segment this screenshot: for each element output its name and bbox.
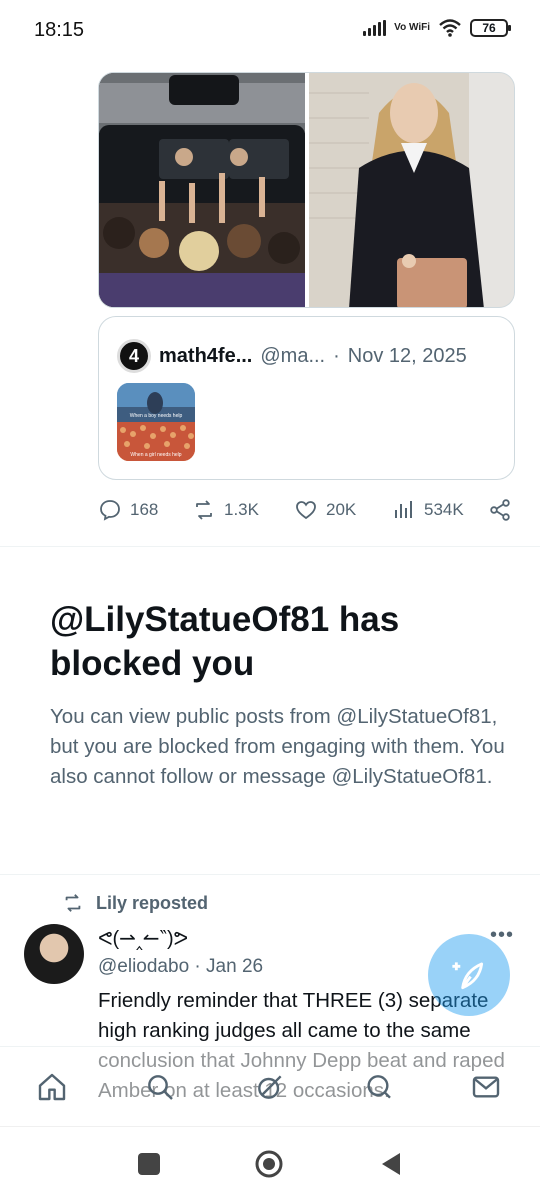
post-action-bar: 168 1.3K 20K 534K bbox=[98, 498, 515, 528]
status-bar: 18:15 Vo WiFi 76 bbox=[0, 0, 540, 60]
home-button-icon[interactable] bbox=[254, 1149, 284, 1179]
blocked-description: You can view public posts from @LilyStat… bbox=[50, 705, 505, 788]
reply-button[interactable]: 168 bbox=[98, 498, 158, 522]
battery-indicator: 76 bbox=[470, 19, 511, 37]
status-icons: Vo WiFi 76 bbox=[363, 18, 511, 38]
views-icon bbox=[395, 501, 412, 518]
views-button[interactable]: 534K bbox=[392, 498, 464, 522]
heart-icon bbox=[296, 501, 316, 520]
tab-grok[interactable] bbox=[252, 1069, 288, 1105]
portrait-photo-icon bbox=[308, 73, 514, 307]
tab-messages[interactable] bbox=[468, 1069, 504, 1105]
quoted-post-card[interactable]: 4 math4fe... @ma... · Nov 12, 2025 When … bbox=[98, 316, 515, 480]
bottom-tab-bar bbox=[0, 1046, 540, 1126]
post-author-handle: @eliodabo bbox=[98, 956, 190, 977]
media-image-crowd[interactable] bbox=[99, 73, 305, 307]
views-count: 534K bbox=[424, 500, 464, 519]
recent-apps-icon[interactable] bbox=[134, 1149, 164, 1179]
status-time: 18:15 bbox=[34, 19, 85, 41]
repost-icon bbox=[65, 894, 81, 912]
tab-communities[interactable] bbox=[360, 1069, 396, 1105]
divider bbox=[0, 546, 540, 547]
quoted-post-date: Nov 12, 2025 bbox=[347, 344, 467, 367]
tab-search[interactable] bbox=[142, 1069, 178, 1105]
repost-button[interactable]: 1.3K bbox=[192, 498, 259, 522]
media-image-portrait[interactable] bbox=[308, 73, 514, 307]
share-icon bbox=[490, 499, 510, 521]
repost-count: 1.3K bbox=[224, 500, 259, 519]
reply-count: 168 bbox=[130, 500, 159, 519]
like-count: 20K bbox=[326, 500, 357, 519]
like-button[interactable]: 20K bbox=[294, 498, 356, 522]
post-meta: @eliodabo · Jan 26 bbox=[98, 956, 263, 978]
quoted-separator: · bbox=[333, 344, 340, 367]
home-icon bbox=[38, 1073, 66, 1101]
quoted-media-thumbnail[interactable]: When a boy needs help When a girl needs … bbox=[117, 383, 195, 461]
post-media-grid[interactable] bbox=[98, 72, 515, 308]
quoted-author-handle: @ma... bbox=[260, 344, 326, 367]
post-separator: · bbox=[194, 956, 201, 977]
quoted-author-name[interactable]: math4fe... bbox=[159, 345, 252, 368]
quoted-avatar[interactable]: 4 bbox=[117, 339, 151, 373]
messages-icon bbox=[472, 1076, 500, 1098]
feather-plus-icon bbox=[452, 962, 484, 990]
meme-caption-top: When a boy needs help bbox=[129, 413, 183, 419]
post-author-avatar[interactable] bbox=[24, 924, 84, 984]
crowd-photo-icon bbox=[99, 73, 305, 307]
signal-icon bbox=[363, 20, 387, 36]
compose-post-button[interactable] bbox=[428, 934, 510, 1016]
divider bbox=[0, 874, 540, 875]
post-date: Jan 26 bbox=[206, 956, 264, 977]
repost-icon bbox=[196, 500, 212, 520]
repost-label: Lily reposted bbox=[96, 892, 209, 913]
share-button[interactable] bbox=[488, 498, 512, 522]
meme-caption-bottom: When a girl needs help bbox=[130, 452, 182, 458]
post-author-name[interactable]: ᕙ(⇀‸↼‶)ᕗ bbox=[98, 926, 188, 951]
vowifi-label: Vo WiFi bbox=[394, 22, 430, 33]
quoted-post-header: 4 math4fe... @ma... · Nov 12, 2025 bbox=[117, 339, 467, 373]
blocked-title: @LilyStatueOf81 has blocked you bbox=[50, 600, 400, 683]
tab-home[interactable] bbox=[34, 1069, 70, 1105]
grok-icon bbox=[258, 1075, 282, 1099]
back-icon[interactable] bbox=[376, 1149, 406, 1179]
wifi-icon bbox=[439, 19, 461, 37]
search-icon bbox=[148, 1075, 173, 1100]
communities-icon bbox=[367, 1075, 391, 1099]
system-navigation-bar bbox=[0, 1126, 540, 1200]
repost-indicator[interactable]: Lily reposted bbox=[62, 892, 208, 914]
reply-icon bbox=[100, 500, 120, 521]
